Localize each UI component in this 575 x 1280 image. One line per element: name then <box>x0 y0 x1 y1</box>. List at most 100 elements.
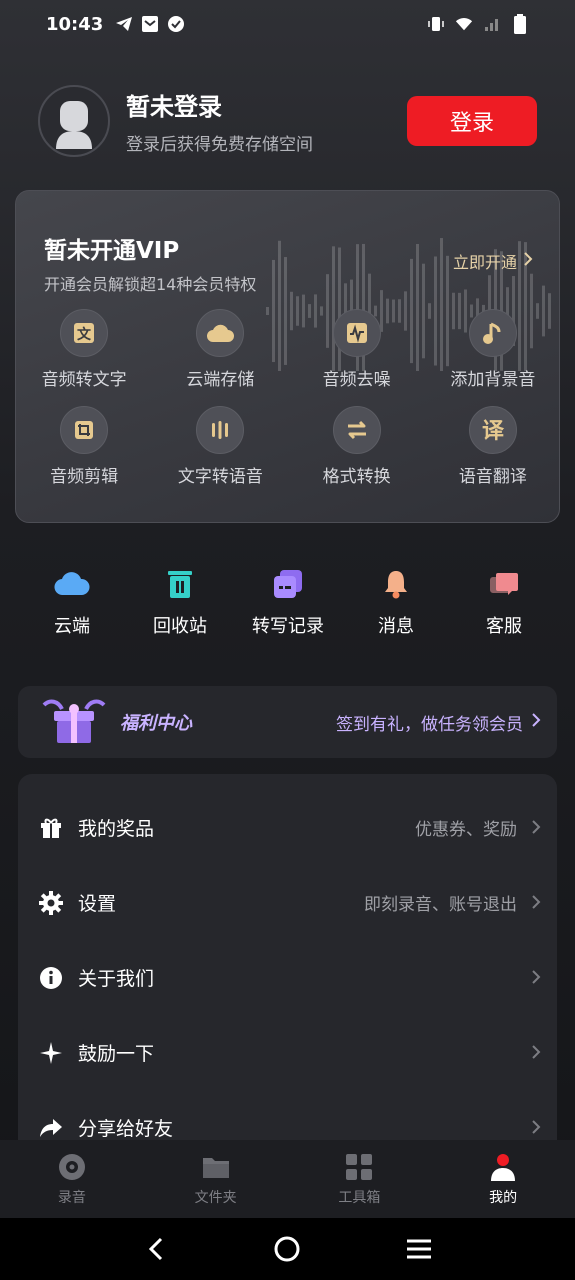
menu-hint: 优惠券、奖励 <box>415 820 517 840</box>
gift-box-icon <box>40 695 108 749</box>
tab-label: 文件夹 <box>194 1190 237 1206</box>
vip-open-link[interactable]: 立即开通 <box>453 249 533 273</box>
welfare-title: 福利中心 <box>120 713 192 734</box>
bottom-tab-bar: 录音 文件夹 工具箱 我的 <box>0 1140 575 1218</box>
quick-messages[interactable]: 消息 <box>342 566 450 638</box>
text-doc-icon: 文 <box>60 309 109 357</box>
default-avatar-icon <box>56 101 92 149</box>
menu-my-prizes[interactable]: 我的奖品 优惠券、奖励 <box>18 790 557 865</box>
tab-label: 我的 <box>489 1190 518 1206</box>
vip-feature-label: 文字转语音 <box>177 467 263 487</box>
chevron-right-icon <box>523 251 533 271</box>
tab-toolbox[interactable]: 工具箱 <box>288 1140 432 1218</box>
telegram-icon <box>115 15 133 33</box>
status-time: 10:43 <box>46 13 104 35</box>
record-icon <box>56 1151 88 1183</box>
svg-text:译: 译 <box>482 419 505 444</box>
login-button[interactable]: 登录 <box>407 96 537 146</box>
swap-icon <box>332 406 381 454</box>
trash-icon <box>160 566 200 602</box>
svg-text:文: 文 <box>77 326 92 343</box>
grid-icon <box>343 1151 375 1183</box>
chevron-right-icon <box>531 966 541 990</box>
vip-feature-denoise[interactable]: 音频去噪 <box>289 309 425 390</box>
tab-label: 录音 <box>57 1190 86 1206</box>
chat-icon <box>484 566 524 602</box>
quick-actions: 云端 回收站 转写记录 消息 客服 <box>18 566 558 638</box>
cloud-icon <box>196 309 245 357</box>
system-nav-bar <box>0 1218 575 1280</box>
check-circle-icon <box>167 15 185 33</box>
bell-icon <box>376 566 416 602</box>
vip-feature-background-music[interactable]: 添加背景音 <box>425 309 559 390</box>
menu-label: 鼓励一下 <box>78 1043 155 1065</box>
gear-icon <box>38 890 64 916</box>
vip-feature-grid: 文 音频转文字 云端存储 音频去噪 添加背景音 音频剪辑 文字转语音 格式转换 … <box>16 309 559 487</box>
login-status-subtitle: 登录后获得免费存储空间 <box>126 135 313 155</box>
welfare-center-banner[interactable]: 福利中心 签到有礼，做任务领会员 <box>18 686 557 758</box>
denoise-icon <box>332 309 381 357</box>
quick-customer-service[interactable]: 客服 <box>450 566 558 638</box>
info-icon <box>38 965 64 991</box>
mail-icon <box>141 15 159 33</box>
vip-subtitle: 开通会员解锁超14种会员特权 <box>44 275 257 294</box>
vip-feature-label: 音频去噪 <box>322 370 391 390</box>
menu-icon[interactable] <box>399 1229 439 1269</box>
chevron-right-icon <box>531 816 541 840</box>
chevron-right-icon <box>531 891 541 915</box>
quick-label: 云端 <box>54 616 90 637</box>
settings-menu: 我的奖品 优惠券、奖励 设置 即刻录音、账号退出 关于我们 鼓励一下 分享给好友 <box>18 774 557 1194</box>
quick-label: 回收站 <box>153 616 207 637</box>
transcript-icon <box>268 566 308 602</box>
tab-record[interactable]: 录音 <box>0 1140 144 1218</box>
tab-mine[interactable]: 我的 <box>431 1140 575 1218</box>
vip-feature-label: 格式转换 <box>322 467 391 487</box>
tab-folder[interactable]: 文件夹 <box>144 1140 288 1218</box>
profile-header: 暂未登录 登录后获得免费存储空间 登录 <box>38 84 537 158</box>
vip-feature-audio-edit[interactable]: 音频剪辑 <box>16 406 152 487</box>
vip-feature-label: 音频转文字 <box>41 370 127 390</box>
login-status-title: 暂未登录 <box>126 93 222 121</box>
back-icon[interactable] <box>136 1229 176 1269</box>
person-icon <box>487 1151 519 1183</box>
vip-feature-audio-to-text[interactable]: 文 音频转文字 <box>16 309 152 390</box>
vip-feature-cloud-storage[interactable]: 云端存储 <box>152 309 288 390</box>
menu-label: 我的奖品 <box>78 818 155 840</box>
folder-icon <box>200 1151 232 1183</box>
welfare-link[interactable]: 签到有礼，做任务领会员 <box>336 710 541 735</box>
quick-cloud[interactable]: 云端 <box>18 566 126 638</box>
vip-feature-label: 语音翻译 <box>458 467 527 487</box>
battery-icon <box>511 14 529 34</box>
quick-label: 转写记录 <box>252 616 324 637</box>
share-icon <box>38 1115 64 1141</box>
vip-feature-translate[interactable]: 译 语音翻译 <box>425 406 559 487</box>
chevron-right-icon <box>531 712 541 733</box>
menu-settings[interactable]: 设置 即刻录音、账号退出 <box>18 865 557 940</box>
vip-feature-text-to-speech[interactable]: 文字转语音 <box>152 406 288 487</box>
quick-label: 消息 <box>378 616 414 637</box>
menu-about-us[interactable]: 关于我们 <box>18 940 557 1015</box>
menu-encourage[interactable]: 鼓励一下 <box>18 1015 557 1090</box>
quick-recycle-bin[interactable]: 回收站 <box>126 566 234 638</box>
crop-icon <box>60 406 109 454</box>
translate-icon: 译 <box>468 406 517 454</box>
avatar[interactable] <box>38 85 110 157</box>
quick-transcript-history[interactable]: 转写记录 <box>234 566 342 638</box>
chevron-right-icon <box>531 1041 541 1065</box>
vip-open-label: 立即开通 <box>452 253 517 272</box>
vibrate-icon <box>427 15 445 33</box>
chevron-right-icon <box>531 1116 541 1140</box>
vip-feature-label: 音频剪辑 <box>50 467 119 487</box>
tab-label: 工具箱 <box>338 1190 381 1206</box>
vip-feature-format-convert[interactable]: 格式转换 <box>289 406 425 487</box>
gift-icon <box>38 815 64 841</box>
music-note-icon <box>468 309 517 357</box>
menu-label: 分享给好友 <box>78 1118 174 1140</box>
welfare-link-text: 签到有礼，做任务领会员 <box>336 714 523 735</box>
vip-feature-label: 云端存储 <box>186 370 255 390</box>
home-icon[interactable] <box>267 1229 307 1269</box>
status-bar: 10:43 <box>0 0 575 48</box>
vip-card[interactable]: 暂未开通VIP 开通会员解锁超14种会员特权 立即开通 文 音频转文字 云端存储… <box>15 190 560 523</box>
sparkle-icon <box>38 1040 64 1066</box>
menu-hint: 即刻录音、账号退出 <box>364 895 517 915</box>
